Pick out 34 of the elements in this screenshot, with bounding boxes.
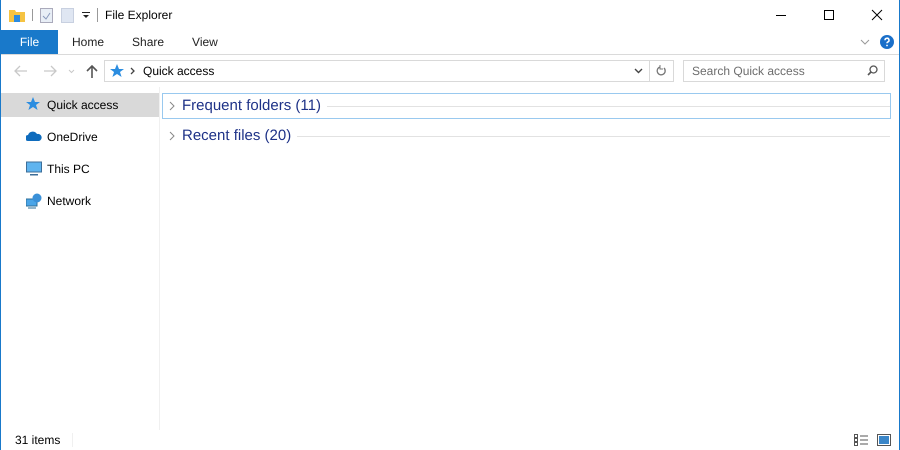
- refresh-icon[interactable]: [656, 65, 667, 77]
- chevron-down-icon[interactable]: [634, 68, 643, 74]
- up-arrow-icon[interactable]: [86, 64, 98, 78]
- address-bar[interactable]: Quick access: [104, 60, 674, 82]
- ribbon-tab[interactable]: Home: [58, 30, 118, 54]
- sidebar-item[interactable]: This PC: [1, 157, 159, 181]
- large-icons-view-icon[interactable]: [877, 434, 891, 446]
- checkmark-document-icon[interactable]: [40, 8, 53, 22]
- group-header[interactable]: Recent files (20): [162, 123, 891, 149]
- window-title: File Explorer: [105, 7, 172, 24]
- close-icon[interactable]: [871, 9, 883, 21]
- search-icon[interactable]: [867, 65, 878, 76]
- maximize-icon[interactable]: [823, 9, 835, 21]
- details-view-icon[interactable]: [854, 434, 868, 446]
- sidebar-item[interactable]: Network: [1, 189, 159, 213]
- ribbon-tab[interactable]: Share: [118, 30, 178, 54]
- chevron-right-icon[interactable]: [130, 67, 135, 75]
- search-field[interactable]: Search Quick access: [683, 60, 885, 82]
- help-icon[interactable]: [880, 35, 894, 49]
- ribbon-tab[interactable]: View: [178, 30, 232, 54]
- group-header[interactable]: Frequent folders (11): [162, 93, 891, 119]
- computer-icon: [26, 161, 42, 177]
- status-text: 31 items: [15, 432, 60, 449]
- folder-icon[interactable]: [9, 8, 25, 22]
- chevron-right-icon: [169, 101, 175, 111]
- dropdown-icon[interactable]: [82, 11, 90, 19]
- network-icon: [26, 193, 42, 209]
- file-tab[interactable]: File: [1, 30, 58, 54]
- chevron-right-icon: [169, 131, 175, 141]
- star-icon: [26, 97, 42, 113]
- sidebar-item[interactable]: OneDrive: [1, 125, 159, 149]
- star-icon: [110, 64, 124, 78]
- address-path: Quick access: [143, 63, 214, 80]
- sidebar-item[interactable]: Quick access: [1, 93, 159, 117]
